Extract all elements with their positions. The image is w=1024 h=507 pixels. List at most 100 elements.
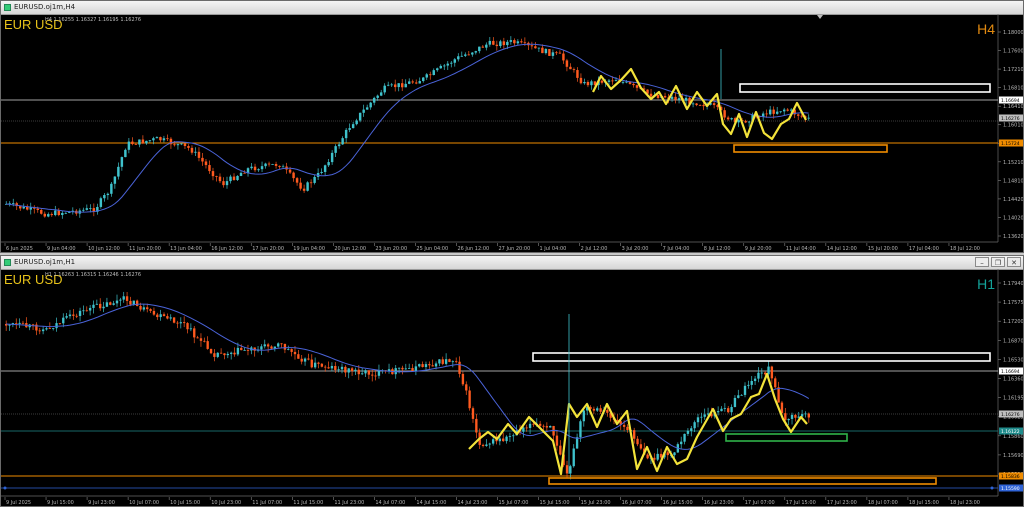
candle — [292, 171, 295, 182]
candle-body — [786, 109, 789, 111]
candle — [25, 317, 28, 328]
price-tag-text: 1.15836 — [1001, 474, 1020, 480]
resistance-zone-box[interactable] — [532, 352, 991, 362]
candle-body — [371, 374, 374, 376]
restore-button[interactable]: ❐ — [991, 257, 1005, 267]
candle-body — [162, 314, 166, 317]
chart-window-h4[interactable]: EURUSD.oj1m,H4 1.18000 1.17600 1.17210 1.16… — [0, 0, 1024, 253]
minimize-button[interactable]: – — [975, 257, 989, 267]
time-axis-label: 18 Jul 23:00 — [950, 500, 980, 506]
candle-body — [297, 354, 300, 359]
candle-body — [135, 300, 139, 306]
candle-body — [240, 347, 243, 351]
candle-body — [341, 138, 344, 145]
window-titlebar-h4[interactable]: EURUSD.oj1m,H4 — [1, 1, 1023, 15]
candle — [306, 181, 309, 192]
candle — [404, 363, 407, 370]
candle — [348, 123, 351, 133]
candle-body — [782, 109, 786, 112]
candle-body — [716, 411, 720, 413]
candle — [8, 201, 11, 207]
candle-body — [15, 323, 18, 324]
window-titlebar-h1[interactable]: EURUSD.oj1m,H1 – ❐ ✕ — [1, 256, 1023, 270]
candle-body — [362, 109, 365, 113]
candle-body — [334, 365, 337, 370]
line-handle-icon[interactable] — [3, 486, 7, 490]
candle — [85, 204, 89, 211]
candle — [429, 71, 432, 80]
candle — [307, 353, 310, 361]
resistance-zone-box[interactable] — [739, 83, 991, 93]
candle — [569, 464, 572, 480]
candle — [8, 323, 11, 331]
candle — [122, 291, 125, 303]
candle-body — [505, 436, 508, 442]
candle — [127, 138, 131, 154]
time-axis-label: 6 Jun 2025 — [6, 246, 33, 252]
candle-body — [213, 353, 216, 357]
candle — [278, 165, 281, 169]
candle — [355, 118, 358, 126]
chart-window-h1[interactable]: EURUSD.oj1m,H1 – ❐ ✕ 1.17940 1.17575 1.172… — [0, 255, 1024, 507]
candle-body — [670, 96, 674, 99]
candle — [159, 136, 162, 143]
line-handle-icon[interactable] — [990, 486, 994, 490]
candle-body — [139, 305, 142, 310]
support-zone-box[interactable] — [548, 477, 937, 485]
candle-body — [267, 163, 271, 165]
candle-body — [323, 165, 327, 172]
candle-body — [119, 299, 122, 301]
candle — [723, 403, 727, 412]
candle-body — [450, 62, 453, 64]
candle-body — [243, 350, 246, 351]
time-axis-label: 15 Jul 23:00 — [581, 500, 611, 506]
candle — [62, 313, 65, 328]
support-zone-box[interactable] — [733, 144, 888, 153]
candle-body — [201, 157, 204, 162]
demand-zone-box[interactable] — [725, 433, 848, 442]
candle-body — [765, 113, 768, 115]
price-tag: 1.16276 — [999, 410, 1023, 418]
candle-body — [216, 352, 219, 357]
candle-body — [156, 314, 159, 318]
candle-body — [344, 366, 347, 373]
candle-body — [622, 424, 626, 427]
candle-body — [498, 438, 502, 442]
candle-body — [698, 105, 702, 106]
candle-body — [88, 307, 92, 311]
price-chart-h4[interactable]: 1.18000 1.17600 1.17210 1.16810 1.16410 1.160… — [1, 14, 1023, 252]
candle-body — [649, 93, 653, 97]
candle-body — [132, 300, 135, 305]
candle — [555, 51, 558, 56]
candle — [120, 156, 124, 171]
candle — [246, 167, 250, 177]
candle — [213, 349, 216, 362]
candle — [367, 370, 371, 380]
scroll-marker-icon[interactable] — [817, 15, 823, 19]
candle — [197, 147, 201, 162]
candle — [134, 143, 138, 145]
price-axis-label: 1.16010 — [1003, 123, 1023, 129]
candle-body — [520, 41, 523, 43]
candle-body — [230, 352, 233, 354]
candle-body — [266, 344, 270, 347]
candle — [35, 322, 38, 336]
price-axis-label: 1.16810 — [1003, 86, 1023, 92]
candle-body — [317, 362, 320, 364]
price-chart-h1[interactable]: 1.17940 1.17575 1.17200 1.16870 1.16530 1.163… — [1, 269, 1023, 506]
candle-body — [421, 364, 424, 368]
candle — [397, 367, 401, 374]
candle — [115, 294, 119, 307]
candle-body — [72, 314, 75, 316]
candle-body — [727, 408, 730, 413]
candle-body — [355, 120, 358, 125]
close-button[interactable]: ✕ — [1007, 257, 1021, 267]
candle-body — [404, 368, 407, 370]
candle — [334, 144, 337, 158]
candle — [516, 39, 520, 46]
time-axis-label: 17 Jul 04:00 — [909, 246, 939, 252]
price-axis-label: 1.17200 — [1003, 319, 1023, 325]
candle-body — [223, 353, 226, 356]
candle — [55, 317, 58, 332]
candle — [323, 164, 327, 176]
